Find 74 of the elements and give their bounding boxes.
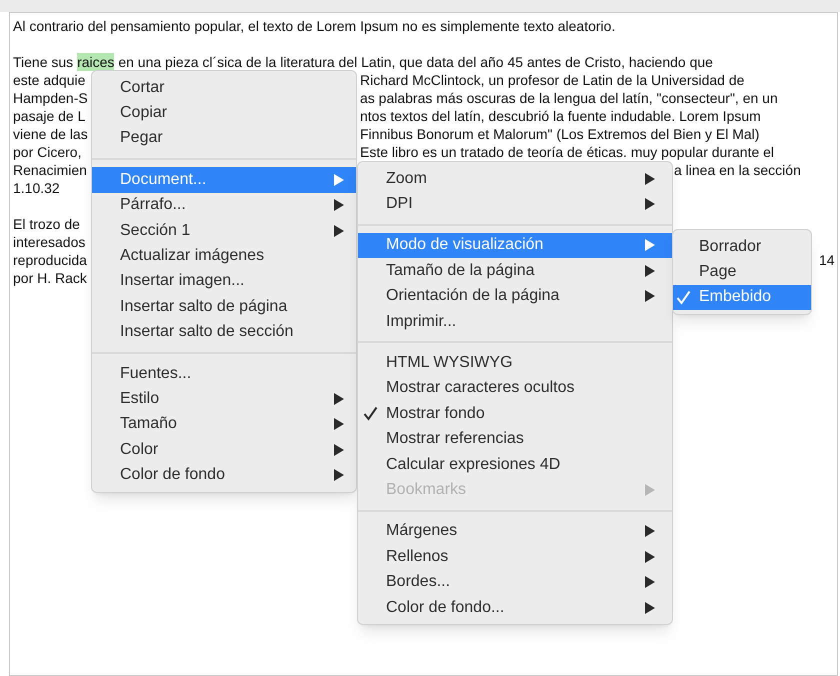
menu-item[interactable]: Mostrar referencias bbox=[358, 426, 672, 452]
menu-item[interactable]: Pegar bbox=[92, 126, 356, 152]
text-line: 14 bbox=[819, 251, 835, 269]
menu-item[interactable]: Borrador bbox=[673, 234, 811, 260]
submenu-arrow-icon bbox=[333, 418, 344, 430]
menu-item[interactable]: Tamaño de la página bbox=[358, 258, 672, 284]
submenu-arrow-icon bbox=[644, 198, 655, 210]
text-line: Hampden-S bbox=[13, 89, 88, 107]
menu-item[interactable]: Orientación de la página bbox=[358, 284, 672, 309]
menu-item[interactable]: Zoom bbox=[358, 166, 672, 192]
text-line: viene de las bbox=[13, 125, 88, 143]
submenu-arrow-icon bbox=[644, 264, 655, 277]
text-line: este adquie bbox=[13, 71, 86, 89]
text-line: reproducida bbox=[13, 251, 87, 269]
menu-item[interactable]: Párrafo... bbox=[92, 192, 356, 218]
submenu-arrow-icon bbox=[644, 550, 655, 563]
menu-item[interactable]: Tamaño bbox=[92, 412, 356, 438]
menu-item[interactable]: Actualizar imágenes bbox=[92, 243, 356, 269]
menu-item[interactable]: Bordes... bbox=[358, 569, 672, 595]
menu-item[interactable]: Insertar salto de página bbox=[92, 294, 356, 320]
menu-item[interactable]: Modo de visualización bbox=[358, 232, 672, 258]
menu-item[interactable]: DPI bbox=[358, 191, 672, 217]
menu-item[interactable]: Copiar bbox=[92, 100, 356, 126]
menu-item[interactable]: Márgenes bbox=[358, 518, 672, 544]
submenu-arrow-icon bbox=[333, 444, 344, 456]
submenu-arrow-icon bbox=[644, 602, 655, 614]
text-line: por Cicero, bbox=[13, 143, 82, 161]
text-line: Este libro es un tratado de teoría de éticas. muy popular durante el bbox=[360, 143, 774, 161]
menu-item[interactable]: Calcular expresiones 4D bbox=[358, 452, 672, 478]
menu-item[interactable]: Color de fondo bbox=[92, 462, 356, 488]
menu-item[interactable]: Color de fondo... bbox=[358, 594, 672, 620]
text-line: Finnibus Bonorum et Malorum" (Los Extremos del Bien y El Mal) bbox=[360, 125, 760, 143]
submenu-arrow-icon bbox=[644, 484, 655, 496]
menu-item[interactable]: Embebido bbox=[673, 284, 811, 310]
menu-item[interactable]: Imprimir... bbox=[358, 308, 672, 334]
submenu-arrow-icon bbox=[644, 576, 655, 588]
checkmark-icon bbox=[676, 290, 691, 305]
text-line: pasaje de L bbox=[13, 107, 86, 125]
submenu-arrow-icon bbox=[333, 199, 344, 212]
submenu-arrow-icon bbox=[333, 392, 344, 405]
text-line: as palabras más oscuras de la lengua del latín, "consecteur", en un bbox=[360, 89, 778, 107]
checkmark-icon bbox=[363, 406, 378, 422]
menu-item[interactable]: Document... bbox=[92, 167, 356, 193]
submenu-arrow-icon bbox=[644, 525, 655, 538]
text-line: 1.10.32 bbox=[13, 179, 60, 197]
submenu-arrow-icon bbox=[333, 174, 344, 186]
text-line: Renacimien bbox=[13, 161, 87, 179]
text-line: a linea en la sección bbox=[674, 161, 801, 179]
menu-item[interactable]: Cortar bbox=[92, 75, 356, 100]
menu-item[interactable]: Color bbox=[92, 437, 356, 462]
submenu-arrow-icon bbox=[644, 172, 655, 185]
menu-item[interactable]: Mostrar caracteres ocultos bbox=[358, 376, 672, 402]
menu-item[interactable]: Insertar imagen... bbox=[92, 268, 356, 294]
menu-item[interactable]: Rellenos bbox=[358, 544, 672, 570]
text-line: Al contrario del pensamiento popular, el texto de Lorem Ipsum no es simplemente texto aleatorio. bbox=[13, 17, 616, 35]
menu-item[interactable]: Insertar salto de sección bbox=[92, 320, 356, 345]
submenu-arrow-icon bbox=[333, 224, 344, 237]
text-line: por H. Rack bbox=[13, 269, 87, 287]
text-line: Richard McClintock, un profesor de Latin de la Universidad de bbox=[360, 71, 744, 89]
submenu-arrow-icon bbox=[333, 469, 344, 482]
text-line: ntos textos del latín, descubrió la fuente indudable. Lorem Ipsum bbox=[360, 107, 761, 125]
text-line: El trozo de bbox=[13, 215, 80, 233]
submenu-arrow-icon bbox=[644, 290, 655, 302]
menu-item[interactable]: Fuentes... bbox=[92, 360, 356, 386]
text-line: interesados bbox=[13, 233, 86, 251]
menu-item[interactable]: Estilo bbox=[92, 386, 356, 412]
menu-item[interactable]: HTML WYSIWYG bbox=[358, 350, 672, 376]
text-line: Tiene sus bbox=[13, 53, 74, 71]
submenu-arrow-icon bbox=[644, 239, 655, 252]
menu-item[interactable]: Page bbox=[673, 259, 811, 285]
menu-item[interactable]: Sección 1 bbox=[92, 218, 356, 244]
text-line: en una pieza cl´sica de la literatura del Latin, que data del año 45 antes de Cristo, haciendo que bbox=[117, 53, 713, 71]
menu-item[interactable]: Mostrar fondo bbox=[358, 401, 672, 427]
highlighted-word: raices bbox=[77, 53, 114, 71]
